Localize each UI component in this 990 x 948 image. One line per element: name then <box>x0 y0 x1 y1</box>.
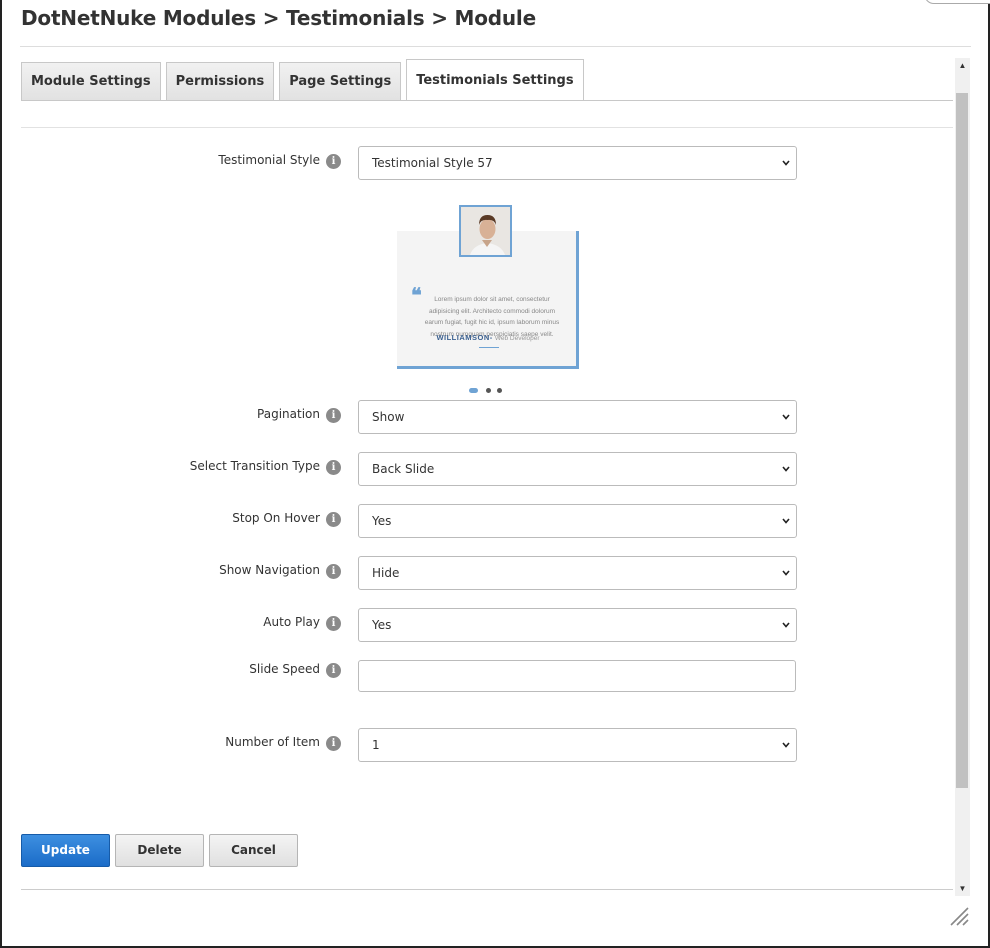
show-navigation-label: Show Navigation <box>219 563 320 577</box>
scroll-down-icon[interactable]: ▼ <box>955 881 970 896</box>
testimonial-style-select[interactable]: Testimonial Style 57 <box>358 146 797 180</box>
tab-testimonials-settings[interactable]: Testimonials Settings <box>406 59 584 101</box>
auto-play-select[interactable]: Yes <box>358 608 797 642</box>
cancel-button[interactable]: Cancel <box>209 834 298 867</box>
info-icon[interactable]: i <box>326 154 341 169</box>
pagination-value: Show <box>372 410 405 424</box>
vertical-scrollbar[interactable]: ▲ ▼ <box>955 58 970 896</box>
pagination-dot-active[interactable] <box>469 388 478 393</box>
transition-type-select[interactable]: Back Slide <box>358 452 797 486</box>
info-icon[interactable]: i <box>326 460 341 475</box>
resize-handle-icon[interactable] <box>948 905 970 927</box>
transition-type-value: Back Slide <box>372 462 435 476</box>
title-divider <box>20 46 971 47</box>
info-icon[interactable]: i <box>326 408 341 423</box>
chevron-down-icon <box>782 570 790 576</box>
tab-module-settings[interactable]: Module Settings <box>21 62 161 100</box>
info-icon[interactable]: i <box>326 564 341 579</box>
avatar <box>459 205 512 257</box>
preview-author: WILLIAMSON- Web Developer <box>436 333 540 342</box>
section-divider <box>21 127 953 128</box>
chevron-down-icon <box>782 414 790 420</box>
page-title: DotNetNuke Modules > Testimonials > Modu… <box>21 6 536 30</box>
show-navigation-select[interactable]: Hide <box>358 556 797 590</box>
chevron-down-icon <box>782 622 790 628</box>
info-icon[interactable]: i <box>326 736 341 751</box>
slide-speed-input[interactable] <box>358 660 796 692</box>
auto-play-value: Yes <box>372 618 392 632</box>
tab-bar: Module Settings Permissions Page Setting… <box>21 59 589 101</box>
scroll-thumb[interactable] <box>956 93 968 788</box>
stop-on-hover-label: Stop On Hover <box>232 511 320 525</box>
info-icon[interactable]: i <box>326 512 341 527</box>
info-icon[interactable]: i <box>326 616 341 631</box>
scroll-up-icon[interactable]: ▲ <box>955 58 970 73</box>
testimonial-style-preview: ❝ Lorem ipsum dolor sit amet, consectetu… <box>395 205 581 395</box>
author-underline <box>479 347 499 348</box>
slide-speed-label: Slide Speed <box>249 662 320 676</box>
tab-divider <box>21 100 953 101</box>
chevron-down-icon <box>782 518 790 524</box>
number-of-item-select[interactable]: 1 <box>358 728 797 762</box>
testimonial-style-label: Testimonial Style <box>218 153 320 167</box>
pagination-dot[interactable] <box>497 388 502 393</box>
tab-page-settings[interactable]: Page Settings <box>279 62 402 100</box>
footer-divider <box>21 889 953 890</box>
pagination-select[interactable]: Show <box>358 400 797 434</box>
testimonial-style-value: Testimonial Style 57 <box>372 156 493 170</box>
stop-on-hover-value: Yes <box>372 514 392 528</box>
auto-play-label: Auto Play <box>263 615 320 629</box>
pagination-dots <box>469 388 509 394</box>
window-corner-button[interactable] <box>924 0 990 4</box>
pagination-dot[interactable] <box>486 388 491 393</box>
transition-type-label: Select Transition Type <box>189 459 320 473</box>
pagination-label: Pagination <box>257 407 320 421</box>
chevron-down-icon <box>782 466 790 472</box>
stop-on-hover-select[interactable]: Yes <box>358 504 797 538</box>
module-settings-dialog: DotNetNuke Modules > Testimonials > Modu… <box>0 0 990 948</box>
chevron-down-icon <box>782 742 790 748</box>
info-icon[interactable]: i <box>326 663 341 678</box>
chevron-down-icon <box>782 160 790 166</box>
update-button[interactable]: Update <box>21 834 110 867</box>
number-of-item-label: Number of Item <box>225 735 320 749</box>
show-navigation-value: Hide <box>372 566 400 580</box>
number-of-item-value: 1 <box>372 738 380 752</box>
delete-button[interactable]: Delete <box>115 834 204 867</box>
tab-permissions[interactable]: Permissions <box>165 62 275 100</box>
